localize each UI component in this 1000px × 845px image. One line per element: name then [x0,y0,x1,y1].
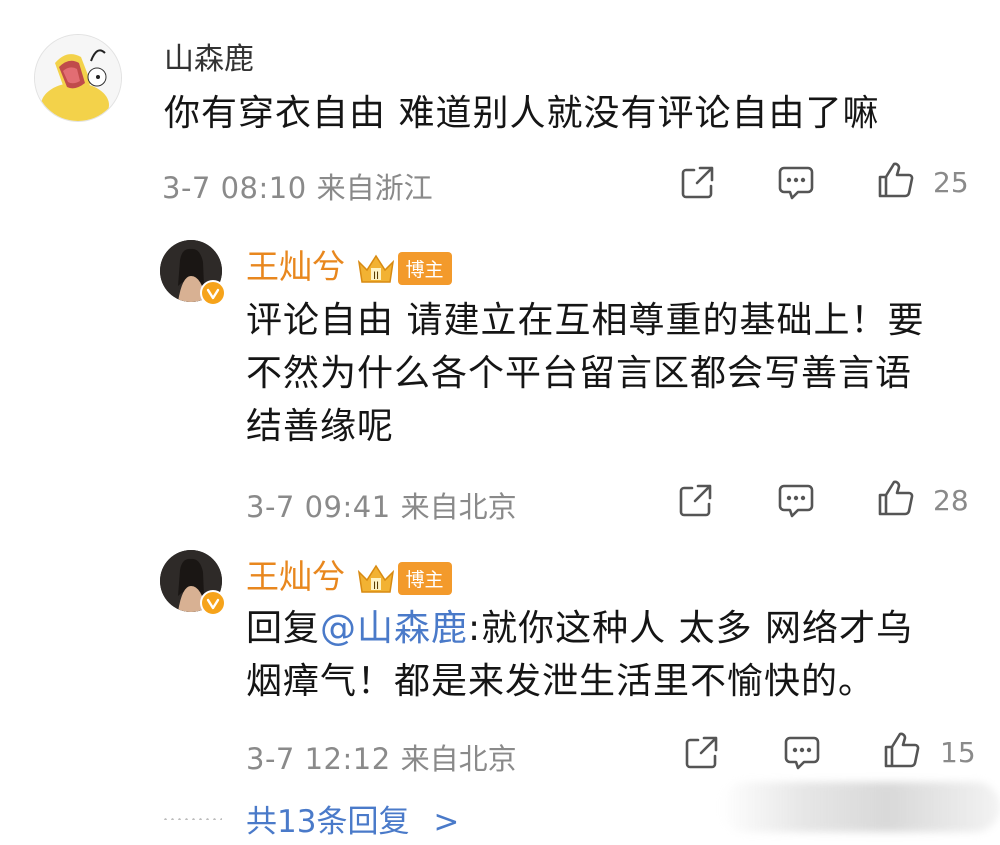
reply-2-time: 3-7 12:12 [246,742,391,776]
reply-2-line-2: 烟瘴气！都是来发泄生活里不愉快的。 [246,661,876,702]
like-button-3[interactable] [882,730,922,774]
reply-1-avatar-wrap[interactable] [160,240,226,306]
reply-2-username-row: 王灿兮 II 博主 [246,550,452,598]
main-comment-text: 你有穿衣自由 难道别人就没有评论自由了嘛 [164,93,880,134]
svg-text:II: II [372,270,378,282]
reply-2-text: 回复@山森鹿:就你这种人 太多 网络才乌 烟瘴气！都是来发泄生活里不愉快的。 [246,602,966,708]
reply-1-time: 3-7 09:41 [246,490,391,524]
like-button-1[interactable] [876,160,916,204]
mention-link[interactable]: @山森鹿 [320,608,468,649]
blogger-badge-1: 博主 [397,252,452,285]
share-button-2[interactable] [676,480,716,524]
share-button-1[interactable] [678,162,718,206]
comment-button-1[interactable] [776,162,816,206]
psyduck-avatar-icon [35,35,121,121]
comment-icon [778,484,814,518]
reply-1-location: 来自北京 [400,490,517,524]
reply-2-line-1-rest: :就你这种人 太多 网络才乌 [468,608,914,649]
like-count-1: 25 [933,166,969,199]
reply-1-username[interactable]: 王灿兮 [246,247,345,286]
reply-2-line-1: 回复@山森鹿:就你这种人 太多 网络才乌 [246,602,966,655]
reply-1-username-row: 王灿兮 II 博主 [246,240,452,288]
reply-1-line-1: 评论自由 请建立在互相尊重的基础上！要 [246,300,925,341]
more-replies-label: 共13条回复 [246,804,410,840]
comment-icon [778,166,814,200]
blurred-watermark [720,782,1000,832]
main-comment-meta: 3-7 08:10 来自浙江 [162,165,433,207]
crown-icon: II [357,564,394,593]
comment-button-3[interactable] [782,732,822,776]
like-icon [878,162,914,198]
reply-1-meta: 3-7 09:41 来自北京 [246,484,517,526]
verified-badge-2 [200,590,226,616]
main-commenter-name[interactable]: 山森鹿 [164,34,254,78]
share-icon [679,484,712,517]
reply-2-meta: 3-7 12:12 来自北京 [246,736,517,778]
reply-1-line-2: 不然为什么各个平台留言区都会写善言语 [246,353,913,394]
reply-2-avatar-wrap[interactable] [160,550,226,616]
like-icon [878,480,914,516]
verified-icon [206,288,220,300]
chevron-right-icon: > [433,804,460,840]
reply-prefix: 回复 [246,608,321,649]
like-count-2: 28 [933,484,969,517]
reply-1-line-3: 结善缘呢 [246,406,395,447]
share-icon [681,166,714,199]
verified-icon [206,598,220,610]
main-comment-time: 3-7 08:10 [162,171,307,205]
main-comment-location: 来自浙江 [316,171,433,205]
avatar-main-commenter[interactable] [34,34,122,122]
dotted-divider [162,818,222,820]
like-button-2[interactable] [876,478,916,522]
comment-button-2[interactable] [776,480,816,524]
share-button-3[interactable] [682,732,722,776]
like-icon [884,732,920,768]
blogger-badge-2: 博主 [397,562,452,595]
verified-badge-1 [200,280,226,306]
more-replies-link[interactable]: 共13条回复 > [246,796,459,841]
crown-icon: II [357,254,394,283]
svg-text:II: II [372,580,378,592]
like-count-3: 15 [940,736,976,769]
reply-1-text: 评论自由 请建立在互相尊重的基础上！要 不然为什么各个平台留言区都会写善言语 结… [246,294,966,453]
share-icon [685,736,718,769]
reply-2-location: 来自北京 [400,742,517,776]
reply-2-username[interactable]: 王灿兮 [246,557,345,596]
comment-icon [784,736,820,770]
